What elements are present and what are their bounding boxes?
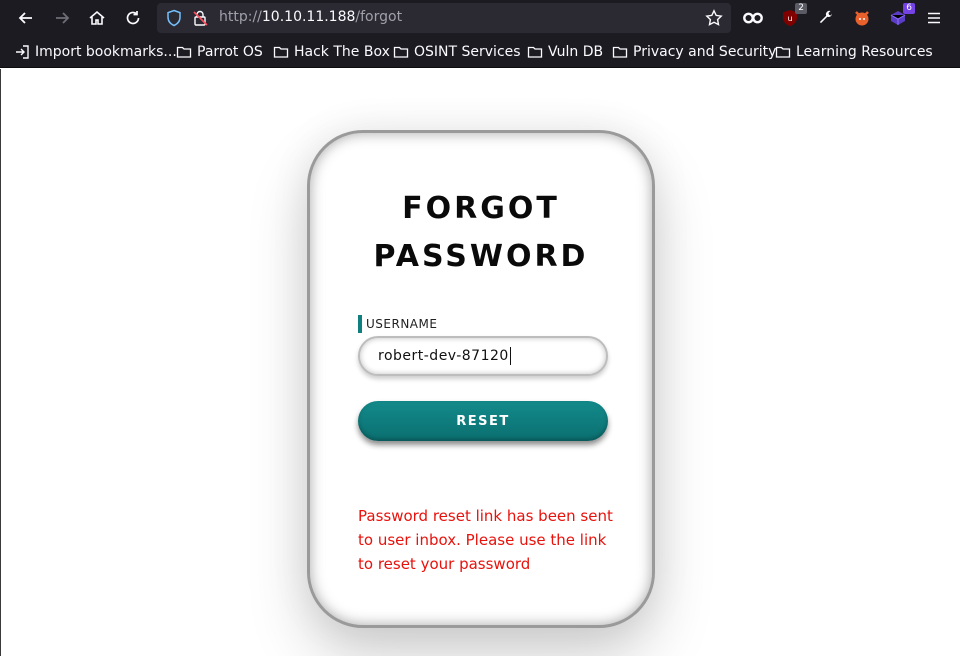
bookmark-hack-the-box[interactable]: Hack The Box: [273, 43, 390, 61]
page-content: FORGOT PASSWORD USERNAME robert-dev-8712…: [0, 69, 960, 656]
wrench-extension[interactable]: [815, 7, 837, 29]
browser-toolbar: http://10.10.11.188/forgot u 2 6: [0, 0, 960, 36]
username-label: USERNAME: [366, 317, 438, 331]
import-icon: [16, 45, 29, 59]
menu-button[interactable]: [923, 7, 945, 29]
url-path: /forgot: [355, 9, 403, 25]
ublock-extension[interactable]: u 2: [779, 3, 807, 29]
forward-button[interactable]: [51, 7, 73, 29]
page-title-line1: FORGOT: [402, 191, 560, 226]
forgot-password-card: FORGOT PASSWORD USERNAME robert-dev-8712…: [307, 130, 655, 628]
menu-icon: [928, 12, 940, 24]
status-message: Password reset link has been sent to use…: [358, 507, 613, 573]
lock-icon[interactable]: [191, 9, 209, 27]
folder-icon: [612, 46, 628, 58]
reload-button[interactable]: [122, 7, 144, 29]
cube-badge: 6: [903, 3, 915, 14]
folder-icon: [273, 46, 289, 58]
fox-icon: [855, 11, 869, 26]
page-title-line2: PASSWORD: [373, 239, 589, 274]
mask-extension[interactable]: [742, 7, 764, 29]
folder-icon: [775, 46, 791, 58]
back-button[interactable]: [15, 7, 37, 29]
shield-icon[interactable]: [165, 9, 183, 27]
bookmark-label: Privacy and Security: [633, 44, 777, 60]
bookmark-osint-services[interactable]: OSINT Services: [393, 43, 521, 61]
url-scheme: http://: [219, 9, 262, 25]
url-bar[interactable]: http://10.10.11.188/forgot: [157, 3, 731, 33]
bookmark-vuln-db[interactable]: Vuln DB: [527, 43, 603, 61]
back-icon: [18, 12, 32, 24]
reload-icon: [126, 11, 140, 25]
bookmark-label: Learning Resources: [796, 44, 933, 60]
bookmark-import[interactable]: Import bookmarks...: [14, 43, 177, 61]
bookmark-label: OSINT Services: [414, 44, 521, 60]
username-value: robert-dev-87120: [378, 348, 509, 364]
reset-button[interactable]: RESET: [358, 401, 608, 441]
folder-icon: [176, 46, 192, 58]
bookmark-parrot-os[interactable]: Parrot OS: [176, 43, 263, 61]
cube-extension[interactable]: 6: [887, 3, 915, 29]
forward-icon: [56, 12, 70, 24]
bookmark-learning-resources[interactable]: Learning Resources: [775, 43, 933, 61]
bookmark-label: Hack The Box: [294, 44, 390, 60]
username-input[interactable]: robert-dev-87120: [358, 336, 608, 376]
url-text[interactable]: http://10.10.11.188/forgot: [219, 9, 402, 25]
home-button[interactable]: [86, 7, 108, 29]
svg-text:u: u: [787, 14, 792, 23]
folder-icon: [393, 46, 409, 58]
home-icon: [89, 10, 105, 25]
url-host: 10.10.11.188: [261, 9, 356, 25]
bookmark-label: Import bookmarks...: [35, 44, 177, 60]
label-accent-bar: [358, 315, 362, 333]
wrench-icon: [819, 10, 832, 24]
bookmark-label: Vuln DB: [548, 44, 604, 60]
folder-icon: [527, 46, 543, 58]
mask-icon: [743, 12, 763, 24]
bookmarks-bar: Import bookmarks... Parrot OS Hack The B…: [0, 36, 960, 68]
fox-extension[interactable]: [851, 7, 873, 29]
ublock-badge: 2: [795, 3, 807, 14]
bookmark-label: Parrot OS: [197, 44, 263, 60]
text-caret: [509, 347, 511, 365]
bookmark-privacy-security[interactable]: Privacy and Security: [612, 43, 776, 61]
star-icon[interactable]: [705, 9, 723, 27]
